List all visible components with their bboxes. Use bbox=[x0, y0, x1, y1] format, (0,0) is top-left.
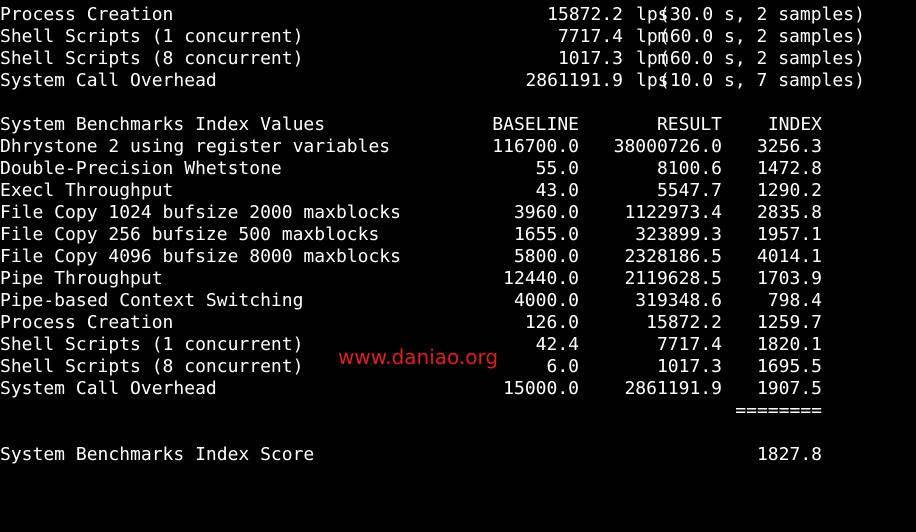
summary-row: Process Creation 15872.2 lps (30.0 s, 2 … bbox=[0, 4, 916, 26]
result-value: 7717.4 bbox=[656, 334, 722, 355]
score-label: System Benchmarks Index Score bbox=[0, 444, 315, 465]
table-row: Double-Precision Whetstone 55.0 8100.6 1… bbox=[0, 158, 916, 180]
index-value: 1703.9 bbox=[756, 268, 822, 289]
index-value: 1695.5 bbox=[756, 356, 822, 377]
summary-info: (10.0 s, 7 samples) bbox=[659, 70, 865, 91]
column-header-baseline: BASELINE bbox=[492, 114, 579, 135]
test-name: Shell Scripts (1 concurrent) bbox=[0, 334, 304, 355]
summary-row: Shell Scripts (8 concurrent) 1017.3 lpm … bbox=[0, 48, 916, 70]
result-value: 2328186.5 bbox=[624, 246, 722, 267]
table-row: Pipe Throughput 12440.0 2119628.5 1703.9 bbox=[0, 268, 916, 290]
test-name: File Copy 1024 bufsize 2000 maxblocks bbox=[0, 202, 401, 223]
test-name: Shell Scripts (8 concurrent) bbox=[0, 356, 304, 377]
terminal-output: Process Creation 15872.2 lps (30.0 s, 2 … bbox=[0, 4, 916, 469]
result-value: 319348.6 bbox=[635, 290, 722, 311]
summary-info: (60.0 s, 2 samples) bbox=[659, 26, 865, 47]
score-row: System Benchmarks Index Score 1827.8 bbox=[0, 444, 916, 466]
baseline-value: 5800.0 bbox=[513, 246, 579, 267]
column-header-index: INDEX bbox=[767, 114, 822, 135]
index-value: 3256.3 bbox=[756, 136, 822, 157]
test-name: Pipe Throughput bbox=[0, 268, 163, 289]
test-name: System Call Overhead bbox=[0, 378, 217, 399]
result-value: 15872.2 bbox=[646, 312, 722, 333]
table-row: Dhrystone 2 using register variables 116… bbox=[0, 136, 916, 158]
test-name: Double-Precision Whetstone bbox=[0, 158, 282, 179]
index-value: 1907.5 bbox=[756, 378, 822, 399]
index-value: 1472.8 bbox=[756, 158, 822, 179]
result-value: 2861191.9 bbox=[624, 378, 722, 399]
summary-name: Process Creation bbox=[0, 4, 174, 25]
index-table-title: System Benchmarks Index Values bbox=[0, 114, 326, 135]
test-name: File Copy 256 bufsize 500 maxblocks bbox=[0, 224, 380, 245]
result-value: 323899.3 bbox=[635, 224, 722, 245]
summary-value: 2861191.9 bbox=[525, 70, 623, 91]
result-value: 1122973.4 bbox=[624, 202, 722, 223]
summary-row: Shell Scripts (1 concurrent) 7717.4 lpm … bbox=[0, 26, 916, 48]
test-name: File Copy 4096 bufsize 8000 maxblocks bbox=[0, 246, 401, 267]
table-row: Process Creation 126.0 15872.2 1259.7 bbox=[0, 312, 916, 334]
result-value: 8100.6 bbox=[656, 158, 722, 179]
column-header-result: RESULT bbox=[656, 114, 722, 135]
result-value: 38000726.0 bbox=[613, 136, 722, 157]
summary-name: Shell Scripts (8 concurrent) bbox=[0, 48, 304, 69]
index-value: 2835.8 bbox=[756, 202, 822, 223]
table-row: System Call Overhead 15000.0 2861191.9 1… bbox=[0, 378, 916, 400]
baseline-value: 1655.0 bbox=[513, 224, 579, 245]
summary-value: 1017.3 bbox=[557, 48, 623, 69]
table-row: File Copy 1024 bufsize 2000 maxblocks 39… bbox=[0, 202, 916, 224]
baseline-value: 126.0 bbox=[524, 312, 579, 333]
baseline-value: 6.0 bbox=[546, 356, 579, 377]
baseline-value: 3960.0 bbox=[513, 202, 579, 223]
baseline-value: 15000.0 bbox=[503, 378, 579, 399]
table-row: File Copy 256 bufsize 500 maxblocks 1655… bbox=[0, 224, 916, 246]
index-value: 1290.2 bbox=[756, 180, 822, 201]
index-value: 4014.1 bbox=[756, 246, 822, 267]
score-value: 1827.8 bbox=[756, 444, 822, 465]
table-row: File Copy 4096 bufsize 8000 maxblocks 58… bbox=[0, 246, 916, 268]
table-row: Execl Throughput 43.0 5547.7 1290.2 bbox=[0, 180, 916, 202]
summary-info: (60.0 s, 2 samples) bbox=[659, 48, 865, 69]
test-name: Pipe-based Context Switching bbox=[0, 290, 304, 311]
summary-name: System Call Overhead bbox=[0, 70, 217, 91]
separator-row: ======== bbox=[0, 400, 916, 422]
summary-value: 7717.4 bbox=[557, 26, 623, 47]
summary-info: (30.0 s, 2 samples) bbox=[659, 4, 865, 25]
result-value: 2119628.5 bbox=[624, 268, 722, 289]
test-name: Process Creation bbox=[0, 312, 174, 333]
test-name: Execl Throughput bbox=[0, 180, 174, 201]
result-value: 1017.3 bbox=[656, 356, 722, 377]
baseline-value: 55.0 bbox=[535, 158, 579, 179]
summary-row: System Call Overhead 2861191.9 lps (10.0… bbox=[0, 70, 916, 92]
baseline-value: 43.0 bbox=[535, 180, 579, 201]
baseline-value: 116700.0 bbox=[492, 136, 579, 157]
index-value: 1957.1 bbox=[756, 224, 822, 245]
index-value: 798.4 bbox=[767, 290, 822, 311]
test-name: Dhrystone 2 using register variables bbox=[0, 136, 391, 157]
separator-line: ======== bbox=[735, 400, 822, 421]
index-value: 1820.1 bbox=[756, 334, 822, 355]
baseline-value: 4000.0 bbox=[513, 290, 579, 311]
watermark-text: www.daniao.org bbox=[338, 345, 499, 369]
baseline-value: 42.4 bbox=[535, 334, 579, 355]
table-row: Pipe-based Context Switching 4000.0 3193… bbox=[0, 290, 916, 312]
baseline-value: 12440.0 bbox=[503, 268, 579, 289]
summary-value: 15872.2 bbox=[547, 4, 623, 25]
index-value: 1259.7 bbox=[756, 312, 822, 333]
summary-name: Shell Scripts (1 concurrent) bbox=[0, 26, 304, 47]
index-table-header: System Benchmarks Index Values BASELINE … bbox=[0, 114, 916, 136]
result-value: 5547.7 bbox=[656, 180, 722, 201]
